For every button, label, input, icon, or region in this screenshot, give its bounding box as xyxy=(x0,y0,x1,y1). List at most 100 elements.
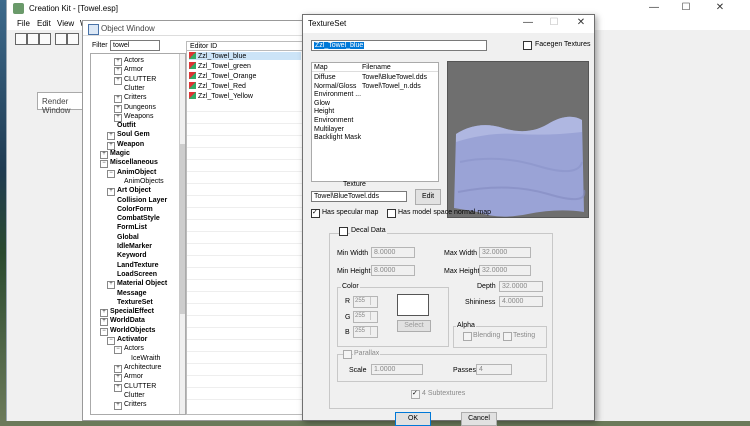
tree-expander-icon[interactable]: + xyxy=(114,113,122,122)
tree-expander-icon[interactable]: + xyxy=(114,95,122,104)
tree-expander-icon[interactable]: + xyxy=(107,141,115,150)
tree-node[interactable]: LoadScreen xyxy=(117,271,157,278)
tree-expander-icon[interactable]: + xyxy=(114,383,122,392)
tree-expander-icon[interactable]: − xyxy=(100,327,108,336)
texture-path-field[interactable]: Towel\BlueTowel.dds xyxy=(311,191,407,202)
redo-icon[interactable] xyxy=(67,33,79,45)
tree-node[interactable]: Global xyxy=(117,234,139,241)
tree-expander-icon[interactable]: − xyxy=(114,346,122,355)
editor-id-column-header[interactable]: Editor ID xyxy=(186,41,304,51)
depth-field[interactable]: 32.0000 xyxy=(499,281,543,292)
texture-map-table[interactable]: Map Filename Diffuse Towel\BlueTowel.dds N… xyxy=(311,62,439,182)
map-filename[interactable]: Towel\Towel_n.dds xyxy=(362,83,421,90)
tree-expander-icon[interactable]: + xyxy=(114,402,122,411)
tree-expander-icon[interactable]: + xyxy=(100,151,108,159)
shininess-field[interactable]: 4.0000 xyxy=(499,296,543,307)
menu-file[interactable]: File xyxy=(17,19,30,28)
tree-node[interactable]: Message xyxy=(117,290,147,297)
tree-expander-icon[interactable]: + xyxy=(114,58,122,66)
specular-checkbox[interactable] xyxy=(311,208,320,218)
map-name[interactable]: Environment xyxy=(314,117,353,124)
map-column-header[interactable]: Map xyxy=(314,64,328,71)
ok-button[interactable]: OK xyxy=(395,412,431,426)
tree-node[interactable]: IdleMarker xyxy=(117,243,152,250)
filename-column-header[interactable]: Filename xyxy=(362,64,391,71)
open-icon[interactable] xyxy=(15,33,27,45)
tree-node[interactable]: Activator xyxy=(117,336,147,343)
map-name[interactable]: Normal/Gloss xyxy=(314,83,356,90)
tree-node[interactable]: Armor xyxy=(124,373,143,380)
editor-id-field[interactable]: Zzl_Towel_blue xyxy=(311,40,487,51)
tree-node[interactable]: Clutter xyxy=(124,85,145,92)
tree-expander-icon[interactable]: + xyxy=(100,309,108,318)
tree-node[interactable]: Collision Layer xyxy=(117,197,167,204)
list-item[interactable]: Zzl_Towel_Yellow xyxy=(189,92,253,100)
map-name[interactable]: Environment ... xyxy=(314,91,361,98)
parallax-checkbox[interactable] xyxy=(343,350,352,359)
tree-expander-icon[interactable]: + xyxy=(100,318,108,327)
tree-node[interactable]: CombatStyle xyxy=(117,215,160,222)
save-icon[interactable] xyxy=(27,33,39,45)
object-list[interactable]: Zzl_Towel_blue Zzl_Towel_green Zzl_Towel_O… xyxy=(186,51,304,415)
tree-node[interactable]: TextureSet xyxy=(117,299,153,306)
minimize-icon[interactable]: — xyxy=(647,2,661,14)
tree-node[interactable]: Actors xyxy=(124,345,144,352)
tree-expander-icon[interactable]: + xyxy=(114,67,122,76)
list-item[interactable]: Zzl_Towel_green xyxy=(189,62,251,70)
dialog-minimize-icon[interactable]: — xyxy=(521,17,535,29)
facegen-checkbox[interactable] xyxy=(523,41,532,50)
tree-node[interactable]: Clutter xyxy=(124,392,145,399)
map-name[interactable]: Height xyxy=(314,108,334,115)
tree-expander-icon[interactable]: + xyxy=(114,104,122,113)
list-item[interactable]: Zzl_Towel_Orange xyxy=(189,72,256,80)
scale-field[interactable]: 1.0000 xyxy=(371,364,423,375)
menu-view[interactable]: View xyxy=(57,19,74,28)
tree-node[interactable]: Art Object xyxy=(117,187,151,194)
tree-node[interactable]: FormList xyxy=(117,224,147,231)
tree-node[interactable]: Armor xyxy=(124,66,143,73)
save-all-icon[interactable] xyxy=(39,33,51,45)
list-item[interactable]: Zzl_Towel_blue xyxy=(189,52,301,60)
max-height-field[interactable]: 32.0000 xyxy=(479,265,531,276)
tree-node[interactable]: Dungeons xyxy=(124,104,156,111)
tree-node[interactable]: Outfit xyxy=(117,122,136,129)
tree-node[interactable]: IceWraith xyxy=(131,355,160,362)
tree-expander-icon[interactable]: + xyxy=(107,188,115,197)
tree-expander-icon[interactable]: + xyxy=(114,76,122,85)
tree-expander-icon[interactable]: + xyxy=(107,132,115,141)
tree-node[interactable]: Critters xyxy=(124,94,147,101)
tree-expander-icon[interactable]: + xyxy=(107,281,115,290)
tree-node[interactable]: CLUTTER xyxy=(124,76,156,83)
menu-edit[interactable]: Edit xyxy=(37,19,51,28)
list-item[interactable]: Zzl_Towel_Red xyxy=(189,82,246,90)
undo-icon[interactable] xyxy=(55,33,67,45)
map-name[interactable]: Glow xyxy=(314,100,330,107)
dialog-close-icon[interactable]: ✕ xyxy=(574,17,588,29)
map-name[interactable]: Diffuse xyxy=(314,74,336,81)
map-filename[interactable]: Towel\BlueTowel.dds xyxy=(362,74,427,81)
tree-node[interactable]: WorldObjects xyxy=(110,327,155,334)
tree-node[interactable]: Keyword xyxy=(117,252,147,259)
tree-node[interactable]: Weapon xyxy=(117,141,144,148)
tree-node[interactable]: Actors xyxy=(124,57,144,64)
tree-expander-icon[interactable]: − xyxy=(107,169,115,178)
b-spinner[interactable]: 255 xyxy=(353,326,378,338)
r-spinner[interactable]: 255 xyxy=(353,296,378,308)
tree-expander-icon[interactable]: − xyxy=(100,160,108,169)
g-spinner[interactable]: 255 xyxy=(353,311,378,323)
maximize-icon[interactable]: ☐ xyxy=(679,2,693,14)
close-icon[interactable]: ✕ xyxy=(713,2,727,14)
tree-node[interactable]: LandTexture xyxy=(117,262,159,269)
tree-node[interactable]: Material Object xyxy=(117,280,167,287)
decal-checkbox[interactable] xyxy=(339,227,348,236)
testing-checkbox[interactable] xyxy=(503,332,512,341)
cancel-button[interactable]: Cancel xyxy=(461,412,497,426)
tree-node[interactable]: ColorForm xyxy=(117,206,153,213)
edit-button[interactable]: Edit xyxy=(415,189,441,205)
tree-node[interactable]: Miscellaneous xyxy=(110,159,158,166)
map-name[interactable]: Multilayer xyxy=(314,126,344,133)
tree-node[interactable]: CLUTTER xyxy=(124,383,156,390)
min-width-field[interactable]: 8.0000 xyxy=(371,247,415,258)
select-color-button[interactable]: Select xyxy=(397,320,431,332)
category-tree[interactable]: + Actors + Armor + CLUTTER Clutter + Critters + Du… xyxy=(90,53,186,415)
